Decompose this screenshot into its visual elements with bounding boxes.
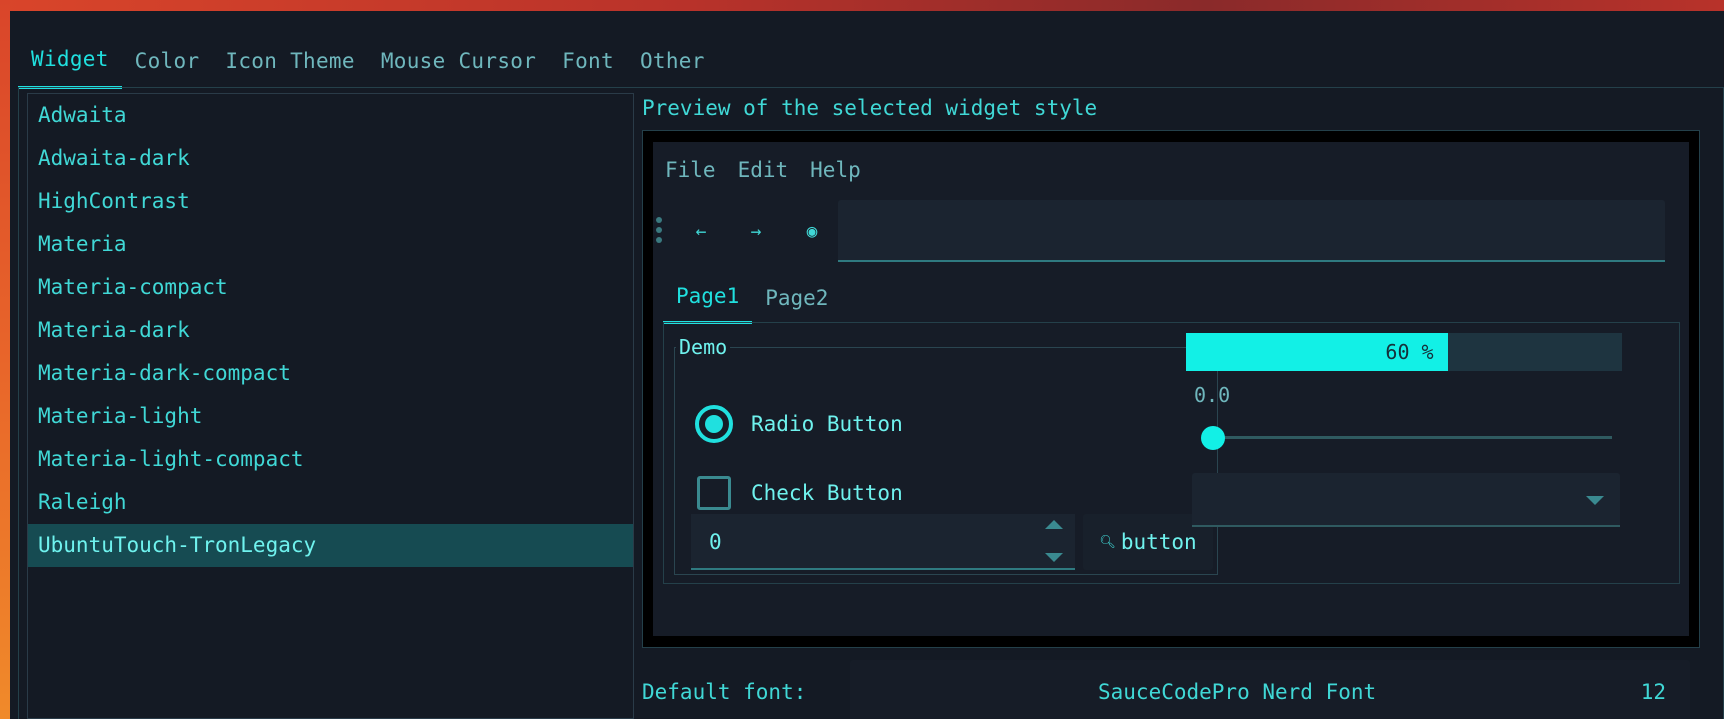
scale-track[interactable] bbox=[1212, 436, 1612, 439]
list-item[interactable]: Materia-light bbox=[28, 395, 633, 438]
radio-indicator[interactable] bbox=[695, 405, 733, 443]
radio-button[interactable]: Radio Button bbox=[695, 402, 903, 446]
tab-font[interactable]: Font bbox=[549, 35, 627, 89]
font-size: 12 bbox=[1640, 680, 1666, 704]
tab-icon-theme[interactable]: Icon Theme bbox=[212, 35, 367, 89]
scale-slider-knob[interactable] bbox=[1201, 426, 1225, 450]
desktop-top-bar bbox=[0, 0, 1724, 11]
spin-up-icon[interactable] bbox=[1045, 520, 1063, 529]
list-item[interactable]: Materia-dark-compact bbox=[28, 352, 633, 395]
font-name: SauceCodePro Nerd Font bbox=[1098, 680, 1377, 704]
preview-toolbar: ← → ◉ bbox=[653, 200, 1689, 264]
spin-button-value[interactable]: 0 bbox=[709, 530, 722, 554]
progress-bar: 60 % bbox=[1186, 333, 1622, 371]
preview-title: Preview of the selected widget style bbox=[642, 96, 1098, 120]
chevron-down-icon[interactable] bbox=[1586, 496, 1604, 505]
tab-widget[interactable]: Widget bbox=[18, 35, 122, 89]
settings-tab-bar: Widget Color Icon Theme Mouse Cursor Fon… bbox=[18, 35, 718, 89]
forward-arrow-icon[interactable]: → bbox=[734, 212, 778, 252]
preview-notebook-tabs: Page1 Page2 bbox=[663, 278, 841, 324]
spin-down-icon[interactable] bbox=[1045, 553, 1063, 562]
preview-menubar: File Edit Help bbox=[665, 154, 883, 186]
check-button[interactable]: Check Button bbox=[697, 471, 903, 515]
tab-mouse-cursor[interactable]: Mouse Cursor bbox=[368, 35, 549, 89]
progress-text: 60 % bbox=[1385, 340, 1434, 364]
default-font-label: Default font: bbox=[642, 680, 807, 704]
list-item[interactable]: Materia bbox=[28, 223, 633, 266]
list-item[interactable]: Adwaita-dark bbox=[28, 137, 633, 180]
menu-file[interactable]: File bbox=[665, 154, 716, 186]
demo-frame: Radio Button Check Button 0 🔍︎ button bbox=[674, 347, 1218, 575]
tab-other[interactable]: Other bbox=[627, 35, 718, 89]
list-item[interactable]: Adwaita bbox=[28, 94, 633, 137]
list-item-selected[interactable]: UbuntuTouch-TronLegacy bbox=[28, 524, 633, 567]
widget-theme-list[interactable]: Adwaita Adwaita-dark HighContrast Materi… bbox=[27, 93, 634, 719]
preview-window: File Edit Help ← → ◉ Page1 Page2 Radio B… bbox=[653, 142, 1689, 636]
list-item[interactable]: HighContrast bbox=[28, 180, 633, 223]
demo-button-label: button bbox=[1120, 530, 1197, 554]
desktop-left-edge bbox=[0, 0, 10, 719]
list-item[interactable]: Materia-light-compact bbox=[28, 438, 633, 481]
tab-page2[interactable]: Page2 bbox=[752, 278, 841, 324]
tab-color[interactable]: Color bbox=[122, 35, 213, 89]
font-chooser-button[interactable]: SauceCodePro Nerd Font 12 bbox=[850, 660, 1690, 719]
list-item[interactable]: Materia-dark bbox=[28, 309, 633, 352]
check-button-label: Check Button bbox=[751, 481, 903, 505]
back-arrow-icon[interactable]: ← bbox=[679, 212, 723, 252]
checkbox-indicator[interactable] bbox=[697, 476, 731, 510]
toolbar-entry[interactable] bbox=[838, 200, 1665, 262]
toolbar-grip-handle[interactable] bbox=[653, 214, 665, 254]
notebook-page-frame: Radio Button Check Button 0 🔍︎ button De… bbox=[663, 322, 1680, 584]
demo-frame-label: Demo bbox=[676, 335, 731, 359]
search-icon: 🔍︎ bbox=[1099, 534, 1116, 550]
list-item[interactable]: Materia-compact bbox=[28, 266, 633, 309]
radio-button-label: Radio Button bbox=[751, 412, 903, 436]
record-icon[interactable]: ◉ bbox=[790, 212, 834, 252]
list-item[interactable]: Raleigh bbox=[28, 481, 633, 524]
menu-edit[interactable]: Edit bbox=[738, 154, 789, 186]
menu-help[interactable]: Help bbox=[810, 154, 861, 186]
combo-box[interactable] bbox=[1192, 473, 1620, 527]
spin-button[interactable]: 0 bbox=[691, 514, 1075, 570]
scale-value: 0.0 bbox=[1194, 383, 1231, 407]
tab-page1[interactable]: Page1 bbox=[663, 278, 753, 324]
preview-frame: File Edit Help ← → ◉ Page1 Page2 Radio B… bbox=[642, 130, 1700, 648]
